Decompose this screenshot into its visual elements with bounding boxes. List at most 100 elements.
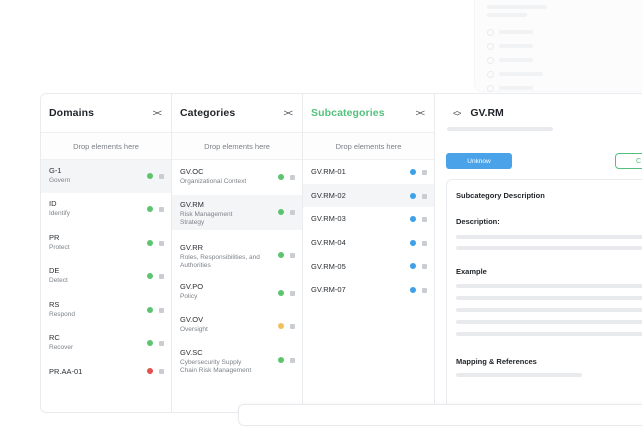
drag-handle-icon[interactable] [290, 253, 295, 258]
drag-handle-icon[interactable] [290, 175, 295, 180]
status-dot [410, 216, 416, 223]
list-item-domain-detect[interactable]: DE Detect [41, 260, 171, 293]
item-code: DE [49, 266, 60, 276]
item-name: Recover [49, 343, 74, 351]
list-item-subcategory-gv-rm-04[interactable]: GV.RM-04 [303, 231, 434, 255]
item-code: GV.RM-02 [311, 190, 346, 200]
drag-handle-icon[interactable] [159, 274, 164, 280]
list-item-category-gv-rr[interactable]: GV.RR Roles, Responsibilities, and Autho… [172, 230, 302, 274]
item-code: G-1 [49, 166, 62, 175]
drag-handle-icon[interactable] [159, 369, 164, 375]
radio-icon [487, 29, 494, 36]
status-dot [278, 323, 284, 329]
section-example: Example [456, 267, 487, 276]
list-item-domain-recover[interactable]: RC Recover [41, 327, 171, 360]
list-item-subcategory-gv-rm-05[interactable]: GV.RM-05 [303, 254, 434, 278]
drag-handle-icon[interactable] [422, 240, 427, 246]
item-name: Risk Management Strategy [180, 211, 233, 226]
placeholder-line [456, 320, 642, 324]
drag-handle-icon[interactable] [422, 193, 427, 199]
list-item-domain-protect[interactable]: PR Protect [41, 227, 171, 260]
item-name: Policy [180, 293, 198, 300]
subcategories-title: Subcategories [311, 107, 385, 119]
secondary-button[interactable]: C [615, 153, 642, 169]
collapse-icon[interactable]: >< [283, 108, 292, 118]
placeholder-line [456, 284, 642, 288]
item-code: GV.PO [180, 282, 204, 291]
subcategories-drop-zone[interactable]: Drop elements here [303, 132, 434, 160]
drag-handle-icon[interactable] [159, 307, 164, 313]
drag-handle-icon[interactable] [159, 207, 164, 213]
status-dot [410, 263, 416, 270]
drag-handle-icon[interactable] [290, 291, 295, 296]
drag-handle-icon[interactable] [422, 287, 427, 293]
subcategories-header: Subcategories >< [303, 94, 434, 132]
list-item-category-gv-po[interactable]: GV.PO Policy [172, 274, 302, 308]
status-dot [410, 239, 416, 246]
placeholder-line [487, 13, 527, 17]
status-dot [410, 286, 416, 293]
collapse-icon[interactable]: >< [415, 108, 424, 118]
list-item-subcategory-gv-rm-01[interactable]: GV.RM-01 [303, 160, 434, 184]
status-dot [278, 174, 284, 180]
list-item-subcategory-gv-rm-03[interactable]: GV.RM-03 [303, 207, 434, 231]
placeholder-line [456, 332, 642, 336]
drag-handle-icon[interactable] [422, 264, 427, 270]
drag-handle-icon[interactable] [290, 358, 295, 363]
list-item-domain-identify[interactable]: ID Identify [41, 193, 171, 226]
item-code: PR.AA-01 [49, 366, 83, 376]
list-item-domain-govern[interactable]: G-1 Govern [41, 160, 171, 194]
domains-list: G-1 Govern ID Identify PR Protect DE Det… [41, 160, 171, 382]
list-item-category-gv-sc[interactable]: GV.SC Cybersecurity Supply Chain Risk Ma… [172, 341, 302, 377]
drag-handle-icon[interactable] [290, 324, 295, 329]
item-name: Govern [49, 177, 71, 184]
item-code: GV.RR [180, 243, 204, 252]
expand-arrows-icon[interactable]: <> [453, 109, 461, 118]
item-code: GV.RM-03 [311, 214, 346, 224]
placeholder-line [499, 72, 543, 76]
drag-handle-icon[interactable] [422, 217, 427, 223]
placeholder-line [456, 373, 582, 377]
list-item-domain-respond[interactable]: RS Respond [41, 294, 171, 327]
item-code: GV.RM-01 [311, 167, 346, 177]
list-item-subcategory-gv-rm-07[interactable]: GV.RM-07 [303, 278, 434, 302]
list-item-subcategory-gv-rm-02[interactable]: GV.RM-02 [303, 183, 434, 208]
drag-handle-icon[interactable] [159, 240, 164, 246]
radio-icon [487, 71, 494, 78]
domains-drop-zone[interactable]: Drop elements here [41, 132, 171, 160]
domains-title: Domains [49, 107, 95, 119]
list-item-domain-pr-aa-01[interactable]: PR.AA-01 [41, 360, 171, 382]
placeholder-line [456, 308, 642, 312]
unknow-button[interactable]: Unknow [446, 153, 512, 169]
item-name: Organizational Context [180, 178, 247, 185]
section-description: Description: [456, 217, 500, 226]
drag-handle-icon[interactable] [159, 340, 164, 346]
item-name: Cybersecurity Supply Chain Risk Manageme… [180, 359, 252, 374]
list-item-category-gv-rm[interactable]: GV.RM Risk Management Strategy [172, 195, 302, 230]
status-dot [147, 306, 153, 313]
item-name: Protect [49, 243, 70, 251]
list-item-category-gv-ov[interactable]: GV.OV Oversight [172, 308, 302, 341]
placeholder-line [456, 235, 642, 239]
radio-icon [487, 57, 494, 64]
placeholder-line [456, 246, 642, 250]
subcategories-panel: Subcategories >< Drop elements here GV.R… [303, 93, 435, 413]
drag-handle-icon[interactable] [159, 174, 164, 179]
radio-icon [487, 43, 494, 50]
list-item-category-gv-oc[interactable]: GV.OC Organizational Context [172, 160, 302, 195]
categories-drop-zone[interactable]: Drop elements here [172, 132, 302, 160]
categories-list: GV.OC Organizational Context GV.RM Risk … [172, 160, 302, 377]
domains-panel: Domains >< Drop elements here G-1 Govern… [40, 93, 172, 413]
drag-handle-icon[interactable] [422, 170, 427, 175]
status-dot [278, 209, 284, 215]
collapse-icon[interactable]: >< [152, 108, 161, 118]
item-code: GV.RM-07 [311, 285, 346, 295]
drag-handle-icon[interactable] [290, 210, 295, 215]
placeholder-line [487, 5, 547, 9]
item-code: RS [49, 299, 60, 309]
background-card [474, 0, 642, 92]
domains-header: Domains >< [41, 94, 171, 132]
item-code: GV.RM [180, 200, 204, 209]
categories-title: Categories [180, 107, 236, 119]
placeholder-line [499, 86, 533, 90]
